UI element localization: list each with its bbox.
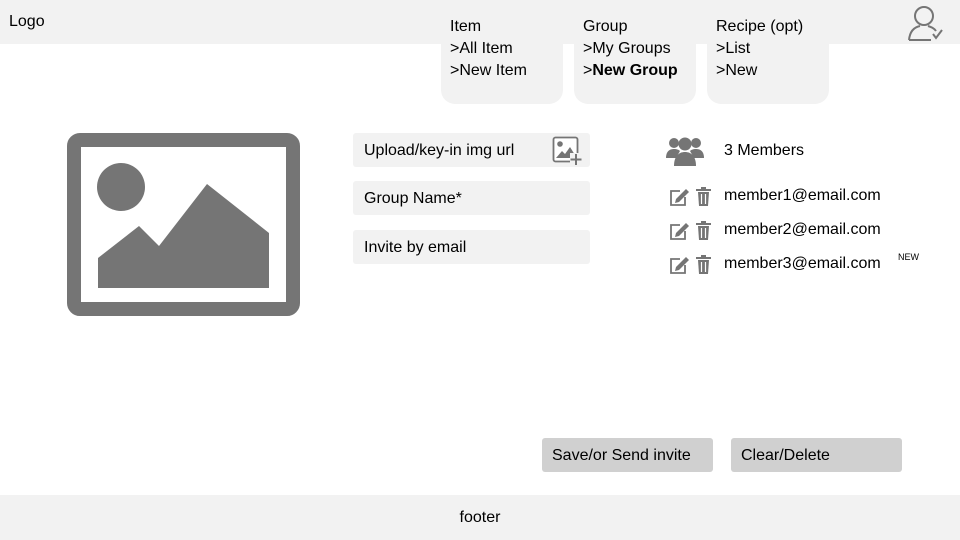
invite-email-input[interactable]: Invite by email [353,230,590,264]
add-image-icon[interactable] [552,136,583,166]
member-email: member2@email.com [724,221,881,238]
nav-recipe-new-link[interactable]: >New [716,60,829,82]
image-placeholder-icon [67,133,300,316]
member-row: member1@email.com [668,185,938,209]
save-send-invite-button[interactable]: Save/or Send invite [542,438,713,472]
member-email: member1@email.com [724,187,881,204]
nav-recipe-title[interactable]: Recipe (opt) [716,16,829,38]
nav-menu-item: Item >All Item >New Item [441,4,563,104]
edit-icon[interactable] [668,187,690,207]
nav-new-group-prefix: > [583,62,593,79]
group-name-input[interactable]: Group Name* [353,181,590,215]
footer-text: footer [459,509,501,526]
nav-menu-group: Group >My Groups >New Group [574,4,696,104]
nav-menu-recipe: Recipe (opt) >List >New [707,4,829,104]
footer: footer [0,495,960,540]
nav-item-title[interactable]: Item [450,16,563,38]
nav-new-group-label: New Group [592,62,678,79]
members-count: 3 Members [724,142,805,159]
trash-icon[interactable] [696,187,711,206]
edit-icon[interactable] [668,255,690,275]
member-row: member2@email.com [668,219,938,243]
nav-new-group-link[interactable]: >New Group [583,60,696,82]
member-row: member3@email.com NEW [668,252,938,277]
members-group-icon [666,137,704,166]
nav-my-groups-link[interactable]: >My Groups [583,38,696,60]
clear-delete-button[interactable]: Clear/Delete [731,438,902,472]
nav-group-title[interactable]: Group [583,16,696,38]
trash-icon[interactable] [696,255,711,274]
nav-all-item-link[interactable]: >All Item [450,38,563,60]
edit-icon[interactable] [668,221,690,241]
nav-new-item-link[interactable]: >New Item [450,60,563,82]
user-account-icon[interactable] [905,3,945,43]
new-badge: NEW [898,252,919,262]
nav-recipe-list-link[interactable]: >List [716,38,829,60]
logo[interactable]: Logo [9,13,45,31]
member-email: member3@email.com [724,255,881,272]
trash-icon[interactable] [696,221,711,240]
